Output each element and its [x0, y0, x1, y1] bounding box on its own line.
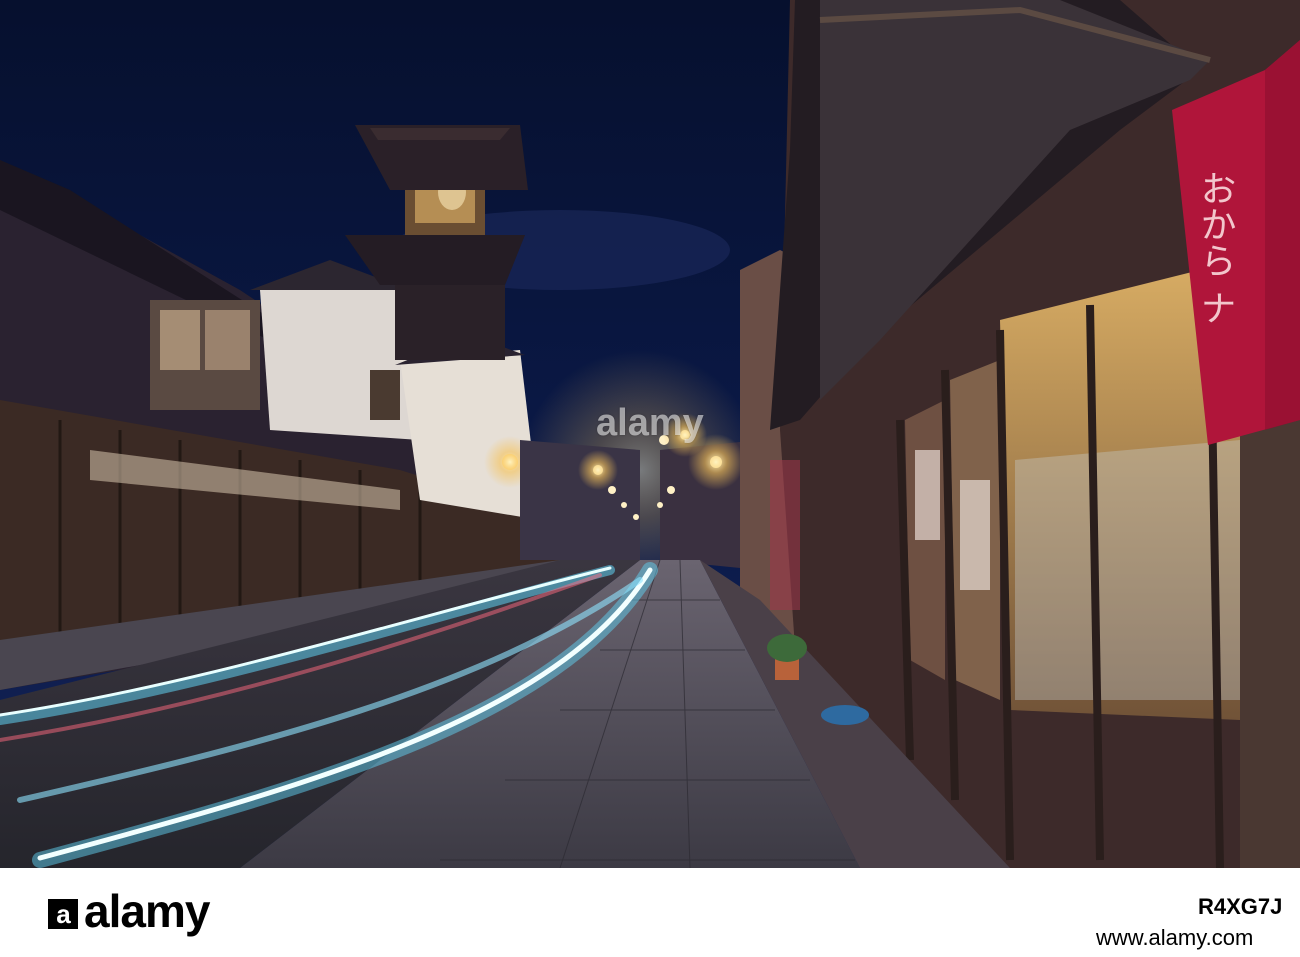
stock-photo-page: おから ナ alamy a alamy R4XG7J www.alamy.com	[0, 0, 1300, 957]
alamy-mark-icon: a	[48, 899, 78, 929]
image-id: R4XG7J	[1198, 894, 1283, 919]
kawagoe-street-night-photo: おから ナ	[0, 0, 1300, 868]
footer-logo[interactable]: a alamy	[48, 884, 210, 938]
footer-url[interactable]: www.alamy.com	[1096, 925, 1253, 951]
footer-logo-text: alamy	[84, 885, 210, 937]
noren-text: おから ナ	[1195, 170, 1236, 325]
